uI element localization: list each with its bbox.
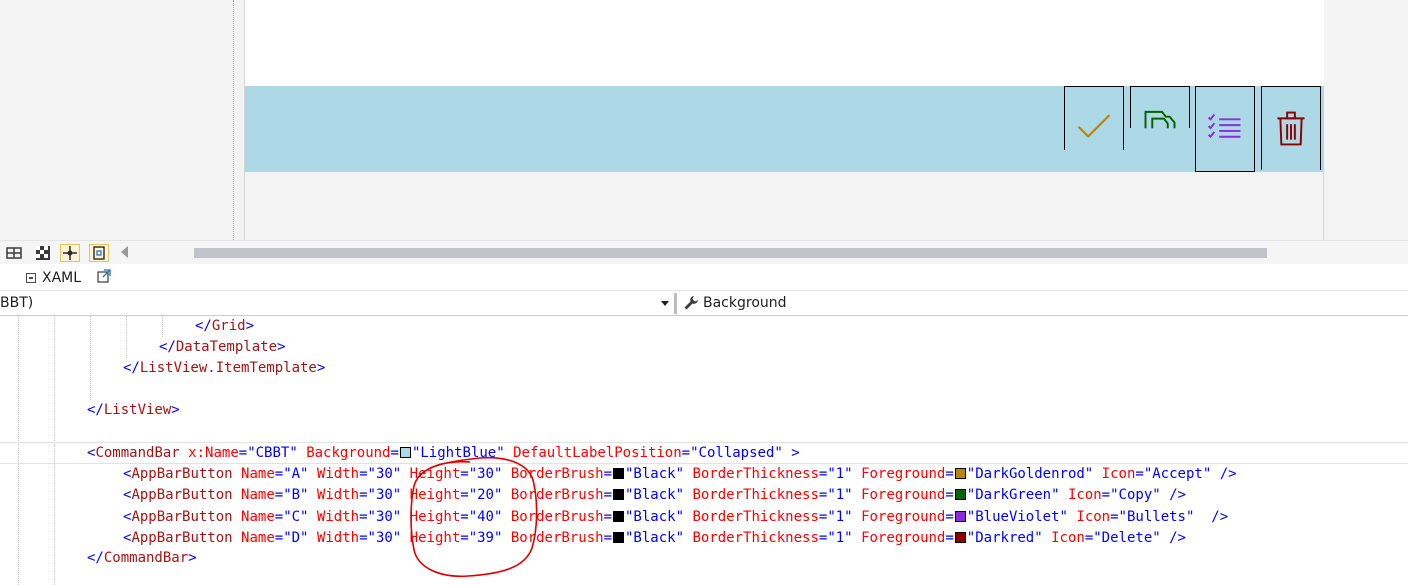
horizontal-scrollbar[interactable]: [136, 245, 1408, 261]
app-bar-button-b[interactable]: [1130, 86, 1190, 128]
code-line-commandbar-open: <CommandBar x:Name="CBBT" Background= "Li…: [87, 445, 800, 461]
check-icon: [1077, 113, 1111, 138]
command-bar[interactable]: [245, 86, 1324, 172]
color-swatch: [613, 531, 624, 543]
wrench-icon: [684, 296, 698, 310]
element-dropdown[interactable]: BBT): [0, 291, 674, 315]
code-line-appbarbutton: <AppBarButton Name="D" Width="30" Height…: [123, 529, 1186, 546]
color-swatch: [954, 489, 966, 501]
editor-tabs: XAML: [0, 264, 1408, 290]
designer-toolbar: [0, 240, 1408, 264]
property-dropdown[interactable]: Background: [683, 291, 787, 315]
code-line-listview-close: </ListView>: [87, 402, 180, 418]
code-line-appbarbutton: <AppBarButton Name="C" Width="30" Height…: [123, 508, 1229, 525]
scroll-left-arrow[interactable]: [121, 246, 128, 258]
design-page: [244, 0, 1324, 240]
code-line-commandbar-close: </CommandBar>: [87, 550, 197, 566]
element-dropdown-value: BBT): [0, 295, 34, 311]
delete-icon: [1277, 111, 1305, 145]
color-swatch: [613, 510, 624, 522]
bullets-icon: [1207, 113, 1241, 139]
tab-xaml[interactable]: XAML: [26, 268, 81, 288]
snapline-icon: [93, 246, 105, 260]
color-swatch: [613, 468, 624, 479]
property-dropdown-value: Background: [703, 295, 787, 311]
code-line-appbarbutton: <AppBarButton Name="A" Width="30" Height…: [123, 466, 1237, 482]
nav-splitter[interactable]: [674, 293, 677, 314]
scrollbar-thumb[interactable]: [194, 248, 1267, 258]
color-swatch: [613, 489, 624, 501]
toggle-grid-button[interactable]: [4, 244, 24, 262]
snap-icon: [63, 246, 77, 260]
indent-guide: [126, 316, 127, 358]
snap-snaplines-button[interactable]: [89, 244, 109, 262]
checkerboard-icon: [36, 246, 50, 260]
color-swatch: [399, 447, 411, 458]
app-bar-button-a[interactable]: [1064, 86, 1124, 150]
color-swatch: [954, 510, 966, 522]
design-guide-line: [233, 0, 234, 240]
color-swatch: [954, 531, 966, 543]
indent-guide: [90, 316, 91, 400]
xaml-code-editor[interactable]: </Grid> </DataTemplate> </ListView.ItemT…: [0, 316, 1408, 585]
chevron-down-icon[interactable]: [661, 301, 669, 306]
copy-icon: [1144, 110, 1176, 128]
grid-icon: [6, 247, 22, 259]
code-line-grid-close: </Grid>: [195, 318, 255, 334]
code-line-datatemplate-close: </DataTemplate>: [159, 339, 286, 355]
code-line-itemtemplate-close: </ListView.ItemTemplate>: [123, 360, 326, 376]
indent-guide: [162, 316, 163, 337]
toggle-background-button[interactable]: [33, 244, 53, 262]
snap-gridlines-button[interactable]: [60, 244, 80, 262]
app-bar-button-d[interactable]: [1261, 86, 1321, 170]
listview-area: [245, 0, 1324, 86]
designer-surface: [0, 0, 1408, 240]
code-line-appbarbutton: <AppBarButton Name="B" Width="30" Height…: [123, 487, 1186, 504]
popout-icon[interactable]: [97, 269, 111, 283]
collapse-pane-icon[interactable]: [26, 273, 36, 283]
tab-xaml-label: XAML: [42, 270, 82, 286]
app-bar-button-c[interactable]: [1195, 86, 1255, 172]
navigation-bar: BBT) Background: [0, 290, 1408, 316]
color-swatch: [954, 468, 966, 479]
